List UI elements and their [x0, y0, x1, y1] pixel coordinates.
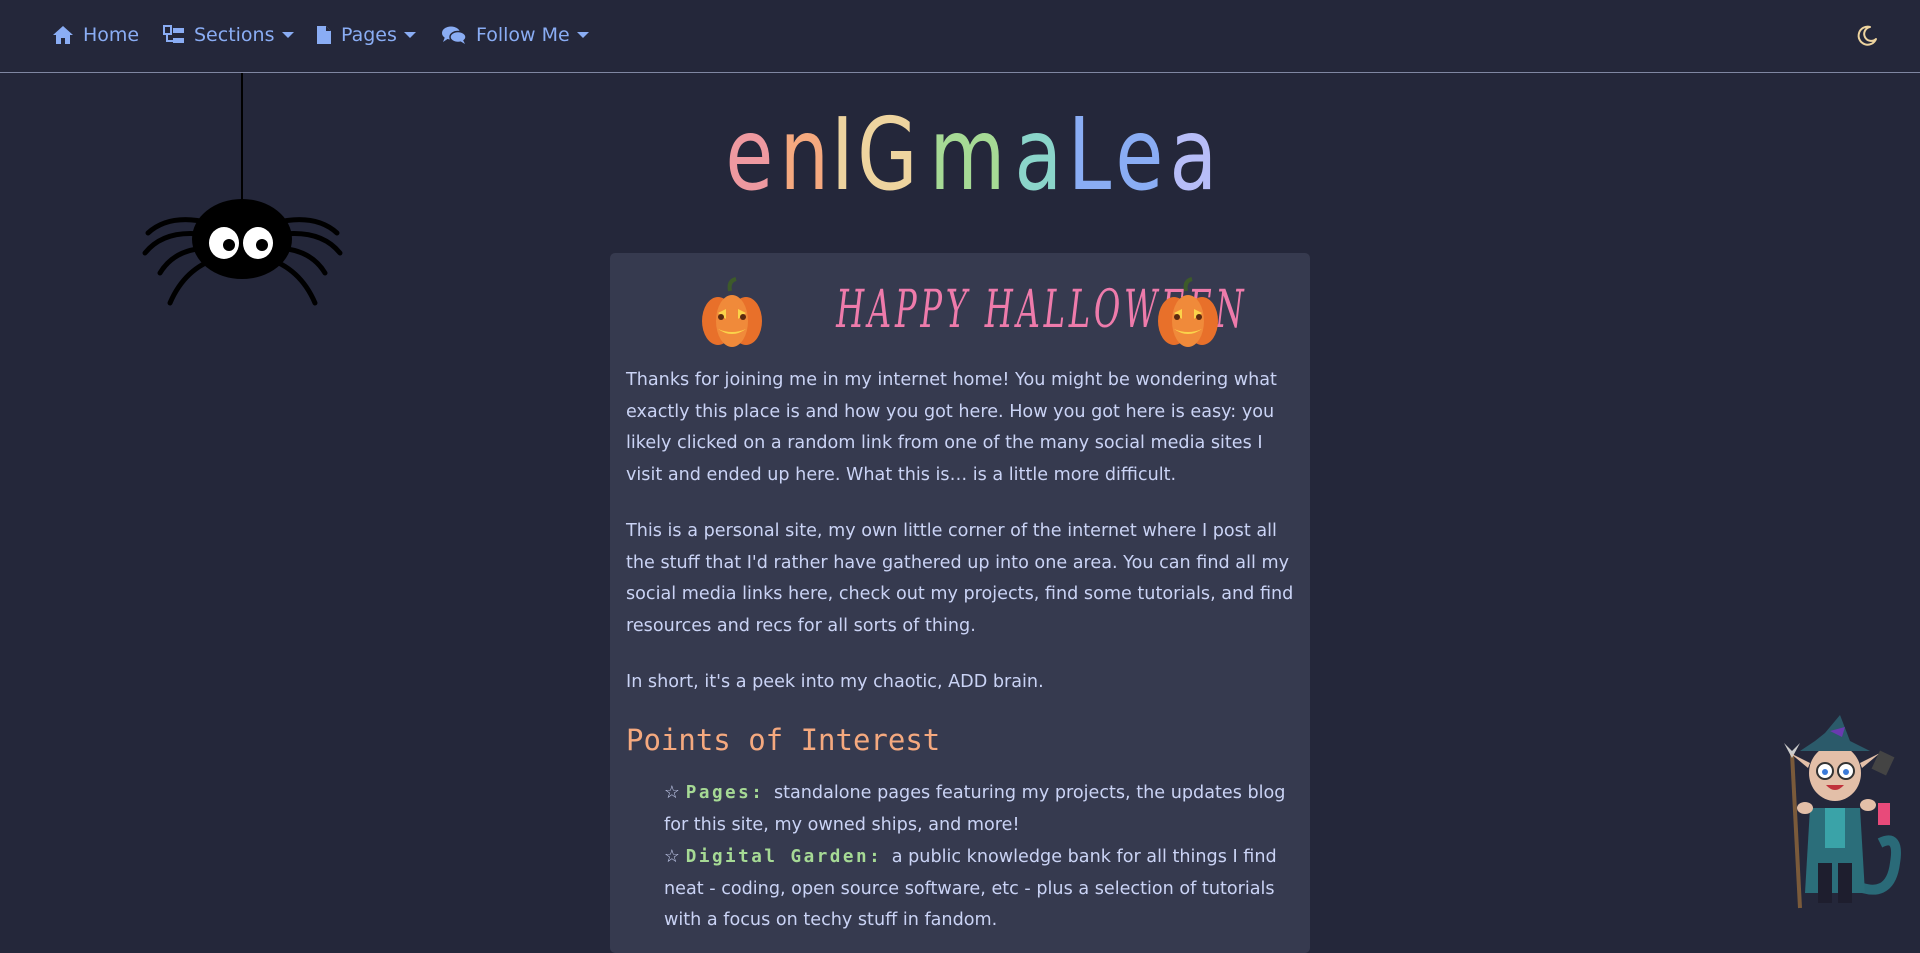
- points-of-interest-heading: Points of Interest: [626, 723, 941, 757]
- logo-letter: a: [1169, 96, 1222, 213]
- content-card: HAPPY HALLOWEEN Thanks for joining me in…: [610, 253, 1310, 953]
- logo-letter: I: [830, 96, 859, 213]
- logo-letter: n: [779, 96, 834, 213]
- top-navbar: Home Sections Pages Follow Me: [0, 0, 1920, 73]
- mascot-character: [1770, 713, 1905, 913]
- nav-home-label: Home: [83, 24, 140, 46]
- file-icon: [316, 25, 332, 45]
- star-icon: ☆: [664, 847, 680, 867]
- moon-icon: [1855, 25, 1879, 52]
- nav-pages[interactable]: Pages: [316, 20, 416, 50]
- site-logo[interactable]: enIGmaLea: [725, 96, 1217, 213]
- intro-paragraph-1: Thanks for joining me in my internet hom…: [626, 370, 1277, 485]
- intro-paragraph-2: This is a personal site, my own little c…: [626, 521, 1294, 636]
- logo-letter: L: [1067, 96, 1116, 213]
- chevron-down-icon: [281, 31, 294, 39]
- chevron-down-icon: [576, 31, 589, 39]
- sections-icon: [163, 25, 185, 45]
- pumpkin-icon: [1156, 277, 1220, 349]
- spider-decoration: [140, 73, 345, 313]
- home-icon: [52, 25, 74, 45]
- nav-home[interactable]: Home: [52, 20, 139, 50]
- logo-letter: a: [1014, 96, 1068, 213]
- intro-paragraph-3: In short, it's a peek into my chaotic, A…: [626, 672, 1044, 692]
- nav-sections[interactable]: Sections: [163, 20, 294, 50]
- halloween-title: HAPPY HALLOWEEN: [836, 280, 1248, 340]
- nav-pages-label: Pages: [341, 24, 397, 46]
- list-item: ☆ Pages: standalone pages featuring my pr…: [664, 778, 1294, 841]
- nav-follow-me-label: Follow Me: [476, 24, 570, 46]
- nav-follow-me[interactable]: Follow Me: [441, 20, 589, 50]
- halloween-banner: HAPPY HALLOWEEN: [700, 269, 1248, 349]
- chevron-down-icon: [403, 31, 416, 39]
- star-icon: ☆: [664, 783, 680, 803]
- pages-link[interactable]: Pages:: [686, 783, 765, 803]
- digital-garden-link[interactable]: Digital Garden:: [686, 847, 882, 867]
- logo-letter: e: [1115, 96, 1169, 213]
- list-item: ☆ Digital Garden: a public knowledge bank…: [664, 842, 1294, 937]
- comments-icon: [441, 25, 467, 45]
- pumpkin-icon: [700, 277, 764, 349]
- nav-sections-label: Sections: [194, 24, 275, 46]
- theme-toggle-button[interactable]: [1855, 24, 1879, 48]
- logo-letter: m: [929, 96, 1010, 213]
- logo-letter: G: [857, 96, 923, 213]
- logo-letter: e: [725, 96, 779, 213]
